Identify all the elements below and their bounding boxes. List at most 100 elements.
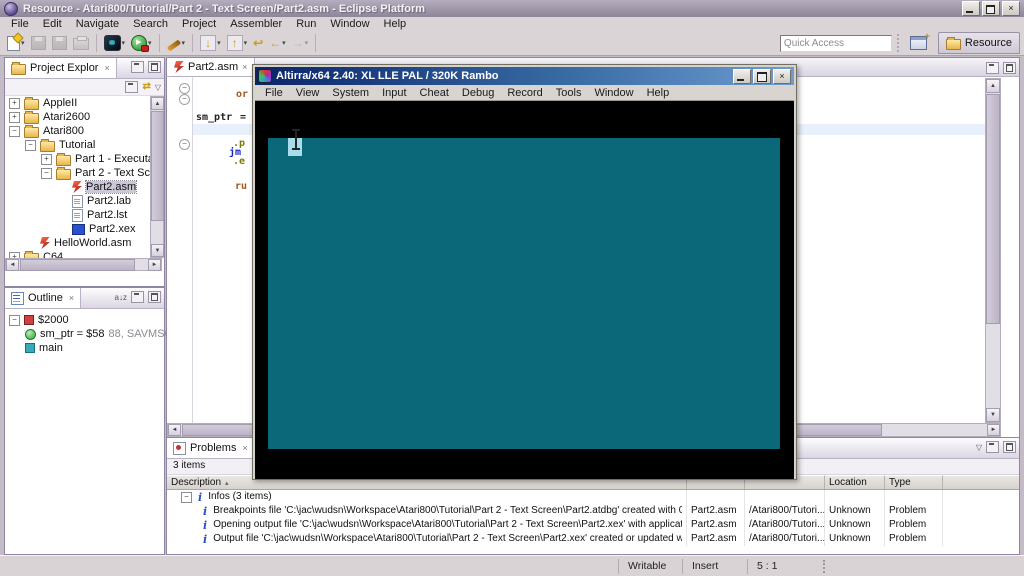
menu-search[interactable]: Search xyxy=(127,18,174,30)
close-tab-icon[interactable]: × xyxy=(69,293,74,303)
altirra-menu-debug[interactable]: Debug xyxy=(456,87,500,99)
altirra-titlebar[interactable]: Altirra/x64 2.40: XL LLE PAL / 320K Ramb… xyxy=(255,67,794,85)
column-location[interactable]: Location xyxy=(825,475,885,489)
menu-help[interactable]: Help xyxy=(378,18,413,30)
altirra-menu-system[interactable]: System xyxy=(326,87,375,99)
fold-marker-icon[interactable]: − xyxy=(179,139,190,150)
outline-item-2000[interactable]: − $2000 xyxy=(5,313,164,327)
editor-vertical-scrollbar[interactable]: ▲ ▼ xyxy=(985,78,1001,423)
close-tab-icon[interactable]: × xyxy=(104,63,109,73)
tree-item-helloworld-asm[interactable]: HelloWorld.asm xyxy=(5,236,164,250)
run-button[interactable]: ▾ xyxy=(128,32,155,54)
altirra-menu-file[interactable]: File xyxy=(259,87,289,99)
back-button[interactable]: ← ▾ xyxy=(266,34,289,52)
fold-marker-icon[interactable]: − xyxy=(179,83,190,94)
problems-row-1[interactable]: i Breakpoints file 'C:\jac\wudsn\Workspa… xyxy=(167,504,1019,518)
altirra-menu-help[interactable]: Help xyxy=(641,87,676,99)
maximize-view-button[interactable] xyxy=(148,291,161,303)
resource-perspective-button[interactable]: Resource xyxy=(938,32,1020,54)
view-menu-button[interactable]: ▽ xyxy=(155,83,161,92)
expand-toggle[interactable]: − xyxy=(181,492,192,503)
project-explorer-tab[interactable]: Project Explor × xyxy=(5,58,117,78)
collapse-all-button[interactable] xyxy=(125,81,138,93)
scrollbar-thumb[interactable] xyxy=(20,259,135,271)
scroll-right-button[interactable]: ► xyxy=(148,259,161,271)
altirra-maximize-button[interactable] xyxy=(753,69,771,84)
altirra-menu-cheat[interactable]: Cheat xyxy=(414,87,455,99)
scroll-left-button[interactable]: ◄ xyxy=(6,259,19,271)
expand-toggle[interactable]: + xyxy=(9,112,20,123)
print-button[interactable] xyxy=(70,33,92,53)
altirra-minimize-button[interactable] xyxy=(733,69,751,84)
expand-toggle[interactable]: − xyxy=(25,140,36,151)
tree-item-part1[interactable]: + Part 1 - Executables xyxy=(5,152,164,166)
menu-window[interactable]: Window xyxy=(324,18,375,30)
minimize-view-button[interactable] xyxy=(986,441,999,453)
scroll-up-button[interactable]: ▲ xyxy=(986,79,1000,93)
menu-project[interactable]: Project xyxy=(176,18,222,30)
save-all-button[interactable] xyxy=(49,33,70,53)
scroll-up-button[interactable]: ▲ xyxy=(151,97,164,110)
maximize-editor-button[interactable] xyxy=(1003,62,1016,74)
problems-row-3[interactable]: i Output file 'C:\jac\wudsn\Workspace\At… xyxy=(167,532,1019,546)
scroll-down-button[interactable]: ▼ xyxy=(151,244,164,257)
tree-item-atari2600[interactable]: + Atari2600 xyxy=(5,110,164,124)
close-tab-icon[interactable]: × xyxy=(242,443,247,453)
scrollbar-thumb[interactable] xyxy=(151,111,164,221)
tree-item-atari800[interactable]: − Atari800 xyxy=(5,124,164,138)
horizontal-scrollbar[interactable]: ◄ ► xyxy=(5,258,162,271)
tree-item-part2-lst[interactable]: Part2.lst xyxy=(5,208,164,222)
expand-toggle[interactable]: + xyxy=(41,154,52,165)
altirra-menu-view[interactable]: View xyxy=(290,87,326,99)
problems-row-2[interactable]: i Opening output file 'C:\jac\wudsn\Work… xyxy=(167,518,1019,532)
save-button[interactable] xyxy=(28,33,49,53)
altirra-menu-input[interactable]: Input xyxy=(376,87,412,99)
tree-item-appleii[interactable]: + AppleII xyxy=(5,96,164,110)
outline-item-sm-ptr[interactable]: sm_ptr = $58 88, SAVMSC xyxy=(5,327,164,341)
expand-toggle[interactable]: − xyxy=(9,126,20,137)
minimize-editor-button[interactable] xyxy=(986,62,999,74)
altirra-menu-window[interactable]: Window xyxy=(588,87,639,99)
last-edit-location-button[interactable]: ↩ xyxy=(250,34,266,52)
fold-marker-icon[interactable]: − xyxy=(179,94,190,105)
tree-item-part2-lab[interactable]: Part2.lab xyxy=(5,194,164,208)
altirra-close-button[interactable]: × xyxy=(773,69,791,84)
problems-group-row[interactable]: − i Infos (3 items) xyxy=(167,490,1019,504)
menu-navigate[interactable]: Navigate xyxy=(70,18,125,30)
wudsn-run-button[interactable]: ▾ xyxy=(101,32,129,54)
open-perspective-button[interactable] xyxy=(907,33,930,53)
minimize-button[interactable] xyxy=(962,1,980,16)
minimize-view-button[interactable] xyxy=(131,61,144,73)
scroll-down-button[interactable]: ▼ xyxy=(986,408,1000,422)
next-annotation-button[interactable]: ↓ ▾ xyxy=(197,32,224,54)
view-menu-button[interactable]: ▽ xyxy=(976,443,982,452)
previous-annotation-button[interactable]: ↑ ▾ xyxy=(224,32,251,54)
tree-item-part2-asm[interactable]: Part2.asm xyxy=(5,180,164,194)
menu-run[interactable]: Run xyxy=(290,18,322,30)
editor-tab-part2-asm[interactable]: Part2.asm × xyxy=(167,58,255,76)
scrollbar-thumb[interactable] xyxy=(986,94,1000,324)
outline-item-main[interactable]: main xyxy=(5,341,164,355)
forward-button[interactable]: → ▾ xyxy=(289,34,312,52)
menu-edit[interactable]: Edit xyxy=(37,18,68,30)
altirra-display[interactable] xyxy=(255,101,794,479)
restore-button[interactable] xyxy=(982,1,1000,16)
minimize-view-button[interactable] xyxy=(131,291,144,303)
scroll-left-button[interactable]: ◄ xyxy=(168,424,181,436)
new-wizard-button[interactable]: ▾ xyxy=(4,33,28,54)
menu-assembler[interactable]: Assembler xyxy=(224,18,288,30)
altirra-menu-tools[interactable]: Tools xyxy=(550,87,588,99)
maximize-view-button[interactable] xyxy=(148,61,161,73)
column-type[interactable]: Type xyxy=(885,475,943,489)
vertical-scrollbar[interactable]: ▲ ▼ xyxy=(150,96,164,258)
expand-toggle[interactable]: − xyxy=(9,315,20,326)
problems-tab[interactable]: Problems × xyxy=(167,438,255,458)
tree-item-part2[interactable]: − Part 2 - Text Screen xyxy=(5,166,164,180)
link-with-editor-button[interactable]: ⇄ xyxy=(142,81,150,93)
menu-file[interactable]: File xyxy=(5,18,35,30)
quick-access-input[interactable] xyxy=(780,35,892,52)
external-tools-button[interactable]: ▾ xyxy=(164,36,189,51)
expand-toggle[interactable]: + xyxy=(9,98,20,109)
close-tab-icon[interactable]: × xyxy=(242,62,247,72)
expand-toggle[interactable]: − xyxy=(41,168,52,179)
